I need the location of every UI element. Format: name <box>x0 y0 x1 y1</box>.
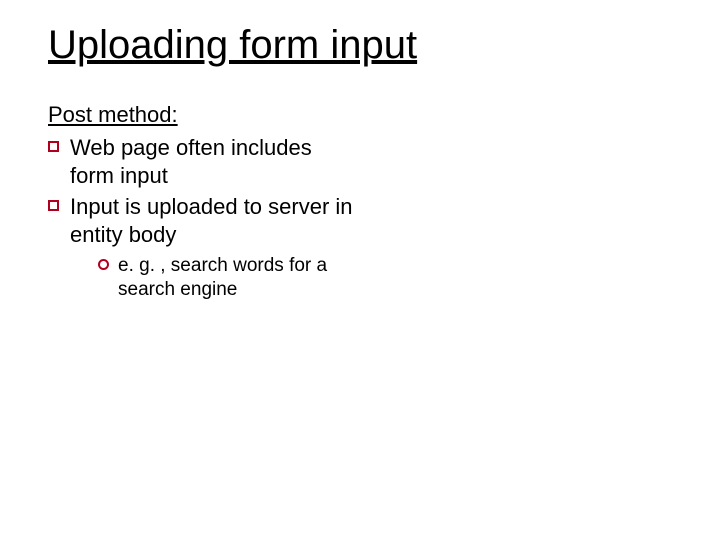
sub-bullet-list: e. g. , search words for a search engine <box>70 254 358 302</box>
slide: Uploading form input Post method: Web pa… <box>0 0 720 540</box>
list-item-text: Input is uploaded to server in entity bo… <box>70 194 353 247</box>
square-bullet-icon <box>48 141 59 152</box>
slide-title: Uploading form input <box>48 24 680 66</box>
list-item-text: Web page often includes form input <box>70 135 312 188</box>
list-item: Input is uploaded to server in entity bo… <box>48 193 358 302</box>
square-bullet-icon <box>48 200 59 211</box>
section-heading: Post method: <box>48 102 358 128</box>
circle-bullet-icon <box>98 259 109 270</box>
bullet-list: Web page often includes form input Input… <box>48 134 358 302</box>
list-item: Web page often includes form input <box>48 134 358 189</box>
list-item-text: e. g. , search words for a search engine <box>118 255 327 300</box>
left-column: Post method: Web page often includes for… <box>48 102 358 302</box>
list-item: e. g. , search words for a search engine <box>98 254 358 302</box>
